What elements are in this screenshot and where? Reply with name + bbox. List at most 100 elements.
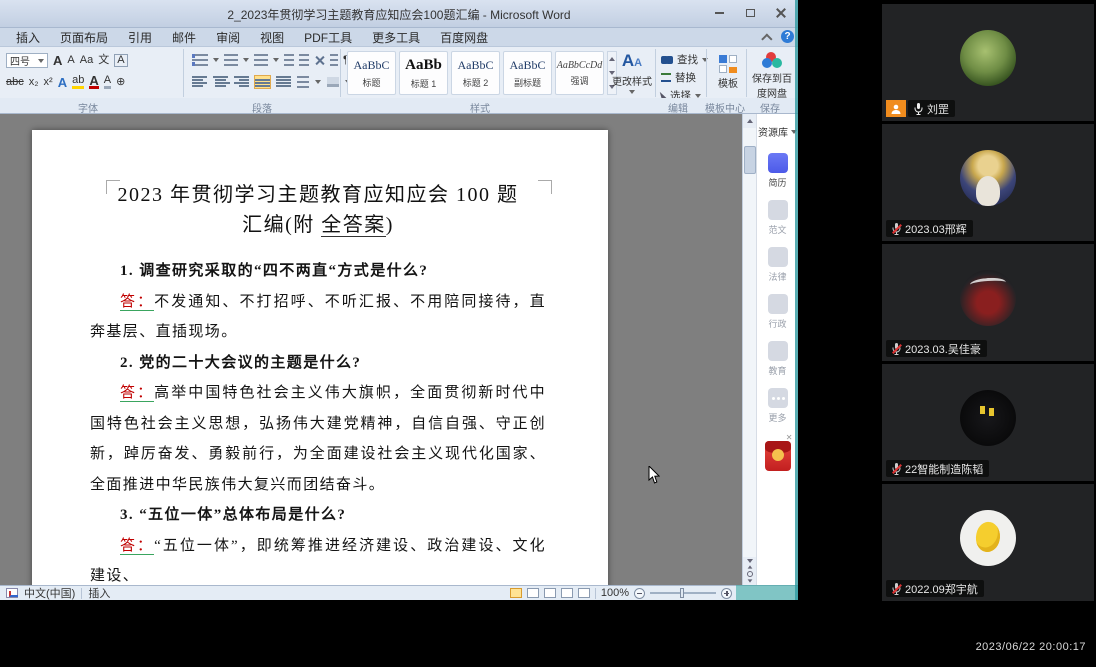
document-body: 1. 调查研究采取的“四不两直“方式是什么? 答：不发通知、不打招呼、不听汇报、… <box>90 256 546 592</box>
find-button[interactable]: 查找 <box>661 52 708 67</box>
save-to-baidu-pan-button[interactable]: 保存到百度网盘 <box>750 52 794 100</box>
align-right-icon[interactable] <box>234 76 249 88</box>
resource-item-education[interactable]: 教育 <box>768 341 788 377</box>
resource-panel-header[interactable]: 资源库 <box>757 124 798 139</box>
change-case-icon[interactable]: Aa <box>80 55 93 66</box>
scroll-down-icon[interactable] <box>747 559 753 563</box>
zoom-slider-thumb[interactable] <box>680 588 684 598</box>
style-heading1[interactable]: AaBb 标题 1 <box>399 51 448 95</box>
participant-tile-5[interactable]: 2022.09郑宇航 <box>882 484 1094 601</box>
participant-tile-4[interactable]: 22智能制造陈韬 <box>882 364 1094 481</box>
style-heading[interactable]: AaBbC 标题 <box>347 51 396 95</box>
grow-font-icon[interactable]: A <box>53 55 62 66</box>
zoom-out-button[interactable] <box>634 588 645 599</box>
multilevel-list-icon[interactable] <box>254 54 268 66</box>
subscript-icon[interactable]: x₂ <box>29 77 39 88</box>
text-effects-icon[interactable]: A <box>58 77 67 88</box>
select-browse-object-icon[interactable] <box>747 571 753 577</box>
align-center-icon[interactable] <box>213 76 228 88</box>
outline-view-button[interactable] <box>561 588 573 598</box>
superscript-icon[interactable]: x² <box>44 77 53 88</box>
participant-tile-3[interactable]: 2023.03.吴佳豪 <box>882 244 1094 361</box>
scrollbar-thumb[interactable] <box>744 146 756 174</box>
line-spacing-icon[interactable] <box>297 76 309 88</box>
participant-tile-2[interactable]: 2023.03邢辉 <box>882 124 1094 241</box>
minimize-button[interactable] <box>704 3 734 22</box>
shrink-font-icon[interactable]: A <box>67 55 74 66</box>
increase-indent-icon[interactable] <box>299 54 309 66</box>
maximize-button[interactable] <box>735 3 765 22</box>
zoom-slider[interactable] <box>650 592 716 594</box>
tab-baidu-pan[interactable]: 百度网盘 <box>430 28 498 47</box>
resource-item-admin[interactable]: 行政 <box>768 294 788 330</box>
language-status[interactable]: 中文(中国) <box>24 585 75 600</box>
template-button[interactable]: 模板 <box>711 55 745 90</box>
font-size-combobox[interactable]: 四号 <box>6 53 48 68</box>
strikethrough-icon[interactable]: abc <box>6 77 24 88</box>
group-label-styles: 样式 <box>470 100 490 115</box>
enclose-character-icon[interactable]: ⊕ <box>116 77 125 88</box>
previous-page-icon[interactable] <box>748 565 753 568</box>
sort-icon[interactable] <box>330 54 338 66</box>
bullets-icon[interactable] <box>192 54 208 66</box>
participant-name: 2023.03邢辉 <box>905 221 967 237</box>
question-3: 3. “五位一体”总体布局是什么? <box>90 500 546 531</box>
tab-references[interactable]: 引用 <box>118 28 162 47</box>
close-icon[interactable]: ✕ <box>786 433 793 442</box>
word-titlebar: 2_2023年贯彻学习主题教育应知应会100题汇编 - Microsoft Wo… <box>0 0 798 28</box>
participant-name-chip: 刘罡 <box>908 100 955 117</box>
zoom-in-button[interactable] <box>721 588 732 599</box>
style-heading2[interactable]: AaBbC 标题 2 <box>451 51 500 95</box>
tab-review[interactable]: 审阅 <box>206 28 250 47</box>
group-label-save: 保存 <box>760 100 780 115</box>
justify-icon[interactable] <box>255 76 270 88</box>
style-emphasis[interactable]: AaBbCcDd 强调 <box>555 51 604 95</box>
close-button[interactable] <box>766 3 796 22</box>
zoom-level[interactable]: 100% <box>601 587 629 599</box>
tab-view[interactable]: 视图 <box>250 28 294 47</box>
participant-name-chip: 2023.03邢辉 <box>886 220 973 237</box>
tab-pdf-tools[interactable]: PDF工具 <box>294 28 362 47</box>
resource-item-law[interactable]: 法律 <box>768 247 788 283</box>
document-page[interactable]: 2023 年贯彻学习主题教育应知应会 100 题 汇编(附 全答案) 1. 调查… <box>32 130 608 600</box>
decrease-indent-icon[interactable] <box>284 54 294 66</box>
group-label-template-center: 模板中心 <box>705 100 745 115</box>
character-shading-icon[interactable]: A <box>104 75 111 89</box>
align-left-icon[interactable] <box>192 76 207 88</box>
highlight-color-icon[interactable]: ab <box>72 75 84 89</box>
insert-mode-status[interactable]: 插入 <box>88 585 110 600</box>
vertical-scrollbar[interactable] <box>742 114 756 585</box>
spellcheck-icon[interactable] <box>6 588 18 598</box>
answer-2: 答：高举中国特色社会主义伟大旗帜，全面贯彻新时代中国特色社会主义思想，弘扬伟大建… <box>90 378 546 500</box>
print-layout-view-button[interactable] <box>510 588 522 598</box>
resource-item-resume[interactable]: 简历 <box>768 153 788 189</box>
web-layout-view-button[interactable] <box>544 588 556 598</box>
replace-button[interactable]: 替换 <box>661 70 708 85</box>
style-label: 标题 <box>362 76 380 89</box>
help-icon[interactable]: ? <box>781 30 794 43</box>
style-subtitle[interactable]: AaBbC 副标题 <box>503 51 552 95</box>
scroll-up-button[interactable] <box>743 114 757 128</box>
shading-icon[interactable] <box>327 77 339 87</box>
fullscreen-view-button[interactable] <box>527 588 539 598</box>
microphone-muted-icon <box>892 583 901 595</box>
pinyin-guide-icon[interactable]: 文 <box>98 55 109 66</box>
document-area: 2023 年贯彻学习主题教育应知应会 100 题 汇编(附 全答案) 1. 调查… <box>0 114 742 585</box>
change-style-button[interactable]: AA 更改样式 <box>612 53 652 94</box>
tab-mailings[interactable]: 邮件 <box>162 28 206 47</box>
tab-more-tools[interactable]: 更多工具 <box>362 28 430 47</box>
resource-item-more[interactable]: 更多 <box>768 388 788 424</box>
resource-item-sample-docs[interactable]: 范文 <box>768 200 788 236</box>
font-color-icon[interactable]: A <box>89 75 98 89</box>
tab-page-layout[interactable]: 页面布局 <box>50 28 118 47</box>
numbering-icon[interactable] <box>224 54 238 66</box>
participant-tile-1[interactable]: 刘罡 <box>882 4 1094 121</box>
distribute-icon[interactable] <box>276 76 291 88</box>
participant-name: 2023.03.吴佳豪 <box>905 341 981 357</box>
asian-layout-icon[interactable] <box>314 55 325 66</box>
red-envelope-promo[interactable]: ✕ <box>765 441 791 471</box>
next-page-icon[interactable] <box>748 579 753 582</box>
character-border-icon[interactable]: A <box>114 54 127 67</box>
tab-insert[interactable]: 插入 <box>6 28 50 47</box>
draft-view-button[interactable] <box>578 588 590 598</box>
